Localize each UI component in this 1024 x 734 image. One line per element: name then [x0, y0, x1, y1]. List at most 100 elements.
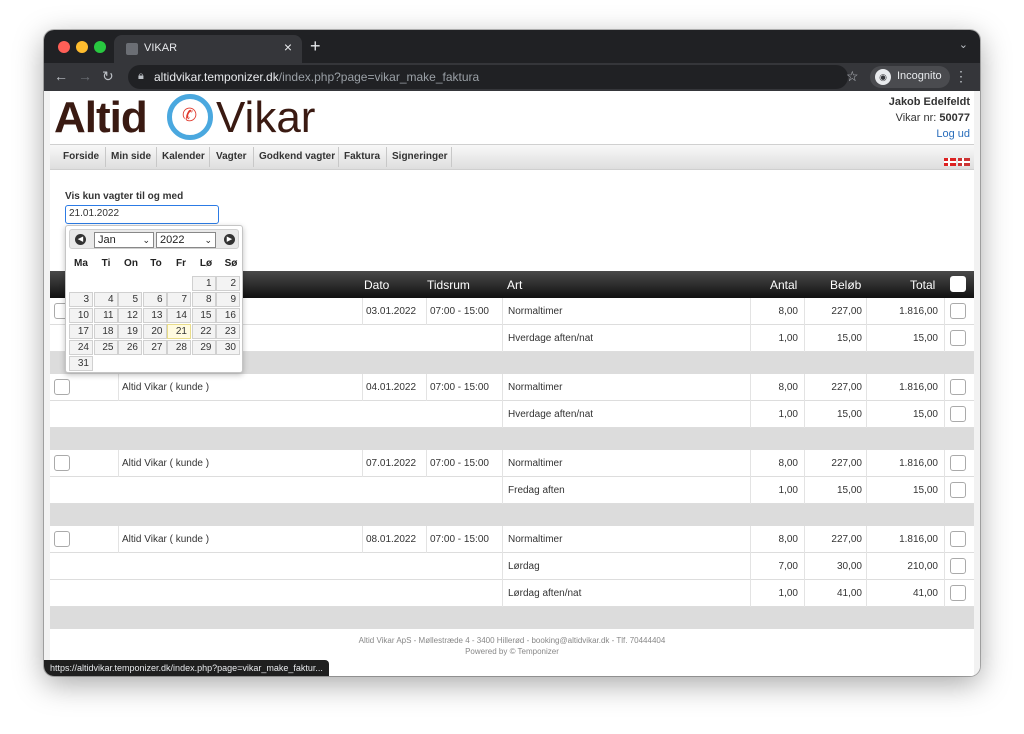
web-page: Altid ✆ Vikar Jakob Edelfeldt Vikar nr: … — [44, 91, 980, 676]
art-cell: Normaltimer — [508, 382, 563, 393]
reload-button[interactable]: ↻ — [102, 68, 114, 85]
line-checkbox[interactable] — [950, 379, 966, 395]
calendar-day[interactable]: 18 — [93, 324, 118, 339]
calendar-day[interactable]: 3 — [69, 292, 93, 307]
line-checkbox[interactable] — [950, 303, 966, 319]
menu-vagter[interactable]: Vagter — [216, 151, 247, 162]
menu-signeringer[interactable]: Signeringer — [392, 151, 448, 162]
calendar-day[interactable]: 30 — [216, 340, 240, 355]
total-cell: 15,00 — [912, 485, 938, 496]
calendar-day[interactable]: 11 — [93, 308, 118, 323]
datepicker-header: ◀ Jan ⌄ 2022 ⌄ ▶ — [69, 229, 239, 249]
select-all-checkbox[interactable] — [950, 276, 966, 292]
english-flag-icon[interactable] — [958, 158, 970, 166]
date-filter-input[interactable]: 21.01.2022 — [65, 205, 219, 224]
browser-tab[interactable]: VIKAR × — [114, 35, 302, 63]
calendar-day[interactable]: 17 — [69, 324, 93, 339]
calendar-day[interactable]: 22 — [191, 324, 216, 339]
calendar-day[interactable]: 24 — [69, 340, 93, 355]
phone-logo-icon: ✆ — [167, 94, 213, 140]
logout-link[interactable]: Log ud — [889, 126, 970, 142]
calendar-day[interactable]: 19 — [118, 324, 142, 339]
row-checkbox[interactable] — [54, 531, 70, 547]
header-art[interactable]: Art — [507, 278, 522, 292]
tab-search-chevron-icon[interactable]: ⌄ — [959, 38, 968, 51]
menu-kalender[interactable]: Kalender — [162, 151, 205, 162]
user-info: Jakob Edelfeldt Vikar nr: 50077 Log ud — [889, 94, 970, 142]
calendar-day[interactable]: 23 — [216, 324, 240, 339]
antal-cell: 8,00 — [778, 306, 798, 317]
menu-forside[interactable]: Forside — [63, 151, 99, 162]
line-checkbox[interactable] — [950, 585, 966, 601]
new-tab-button[interactable]: + — [310, 36, 321, 57]
calendar-day[interactable]: 5 — [118, 292, 142, 307]
calendar-day[interactable]: 14 — [167, 308, 191, 323]
art-cell: Fredag aften — [508, 485, 565, 496]
belob-cell: 227,00 — [831, 458, 862, 469]
line-checkbox[interactable] — [950, 482, 966, 498]
lock-icon: 🔒︎ — [138, 70, 144, 82]
line-checkbox[interactable] — [950, 455, 966, 471]
belob-cell: 227,00 — [831, 306, 862, 317]
table-row: Lørdag 7,00 30,00 210,00 — [50, 553, 974, 580]
browser-menu-icon[interactable]: ⋮ — [954, 68, 968, 85]
calendar-day[interactable]: 29 — [191, 340, 216, 355]
year-select[interactable]: 2022 ⌄ — [156, 232, 216, 248]
line-checkbox[interactable] — [950, 531, 966, 547]
header-antal[interactable]: Antal — [770, 278, 797, 292]
art-cell: Normaltimer — [508, 458, 563, 469]
weekday-label: To — [150, 258, 162, 269]
forward-button[interactable]: → — [78, 68, 92, 84]
row-checkbox[interactable] — [54, 379, 70, 395]
menu-min-side[interactable]: Min side — [111, 151, 151, 162]
line-checkbox[interactable] — [950, 330, 966, 346]
row-checkbox[interactable] — [54, 455, 70, 471]
calendar-day[interactable]: 8 — [191, 292, 216, 307]
address-bar[interactable]: 🔒︎ altidvikar.temponizer.dk/index.php?pa… — [128, 65, 848, 89]
line-checkbox[interactable] — [950, 558, 966, 574]
calendar-day[interactable]: 16 — [216, 308, 240, 323]
menu-faktura[interactable]: Faktura — [344, 151, 380, 162]
close-window-button[interactable] — [58, 41, 70, 53]
calendar-day[interactable]: 13 — [142, 308, 167, 323]
tab-close-icon[interactable]: × — [284, 39, 292, 55]
next-month-icon[interactable]: ▶ — [224, 234, 235, 245]
calendar-day[interactable]: 31 — [69, 356, 93, 371]
calendar-day[interactable]: 28 — [167, 340, 191, 355]
calendar-day[interactable]: 10 — [69, 308, 93, 323]
calendar-day[interactable]: 15 — [191, 308, 216, 323]
calendar-day[interactable]: 12 — [118, 308, 142, 323]
menu-godkend-vagter[interactable]: Godkend vagter — [259, 151, 335, 162]
prev-month-icon[interactable]: ◀ — [75, 234, 86, 245]
header-belob[interactable]: Beløb — [830, 278, 861, 292]
tidsrum-cell: 07:00 - 15:00 — [430, 306, 489, 317]
bookmark-star-icon[interactable]: ☆ — [846, 68, 859, 85]
total-cell: 210,00 — [907, 561, 938, 572]
line-checkbox[interactable] — [950, 406, 966, 422]
calendar-day[interactable]: 20 — [142, 324, 167, 339]
header-tidsrum[interactable]: Tidsrum — [427, 278, 470, 292]
tidsrum-cell: 07:00 - 15:00 — [430, 458, 489, 469]
header-dato[interactable]: Dato — [364, 278, 389, 292]
calendar-day[interactable]: 1 — [191, 276, 216, 291]
calendar-day[interactable]: 26 — [118, 340, 142, 355]
maximize-window-button[interactable] — [94, 41, 106, 53]
back-button[interactable]: ← — [54, 68, 68, 84]
calendar-day[interactable]: 25 — [93, 340, 118, 355]
calendar-day[interactable]: 9 — [216, 292, 240, 307]
incognito-badge[interactable]: ◉ Incognito — [870, 66, 950, 88]
belob-cell: 227,00 — [831, 534, 862, 545]
calendar-day[interactable]: 2 — [216, 276, 240, 291]
calendar-day[interactable]: 6 — [142, 292, 167, 307]
art-cell: Normaltimer — [508, 306, 563, 317]
calendar-day[interactable]: 27 — [142, 340, 167, 355]
vikar-number: Vikar nr: 50077 — [895, 112, 970, 124]
header-total[interactable]: Total — [910, 278, 935, 292]
weekday-label: Sø — [224, 258, 238, 269]
minimize-window-button[interactable] — [76, 41, 88, 53]
calendar-day[interactable]: 7 — [167, 292, 191, 307]
calendar-day[interactable]: 21 — [167, 324, 191, 339]
danish-flag-icon[interactable] — [944, 158, 956, 166]
month-select[interactable]: Jan ⌄ — [94, 232, 154, 248]
calendar-day[interactable]: 4 — [93, 292, 118, 307]
